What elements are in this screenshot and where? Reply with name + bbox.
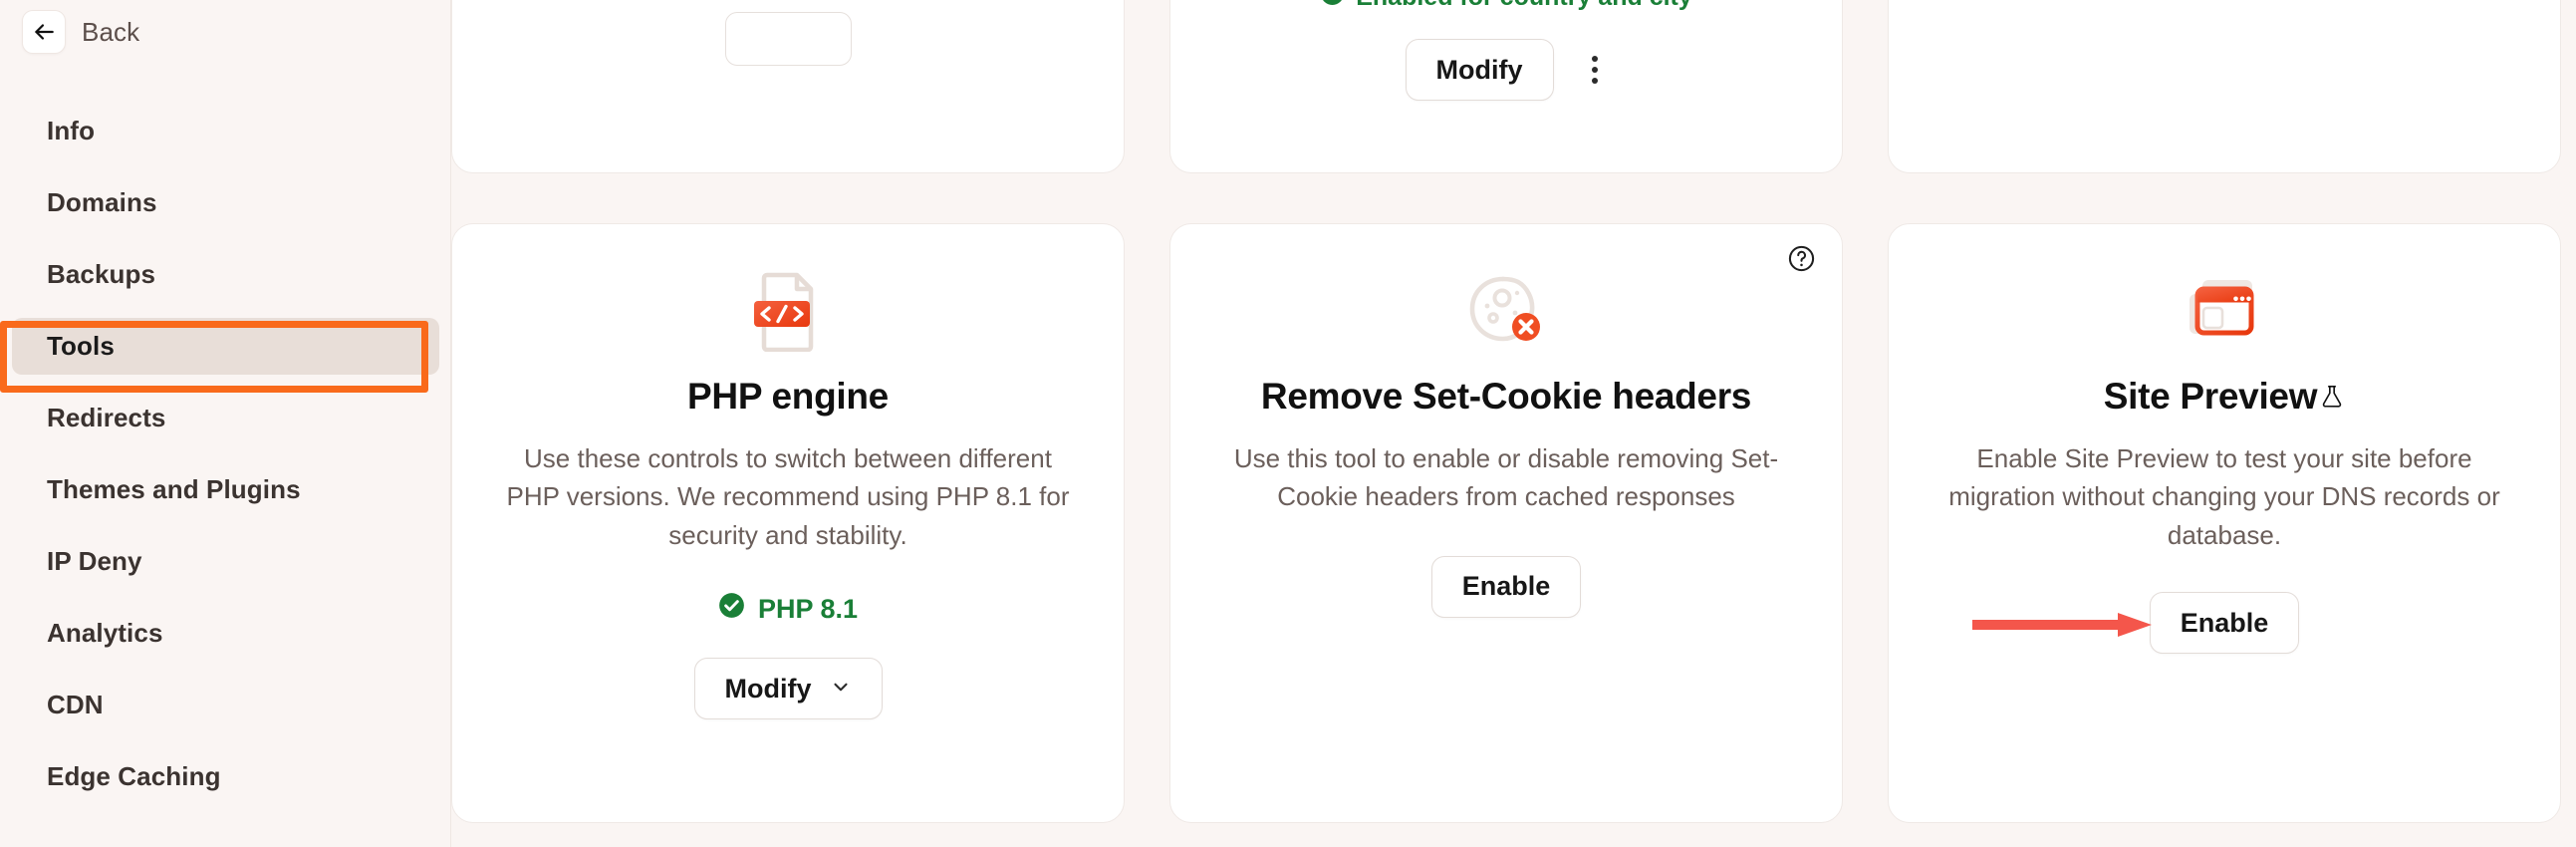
sidebar-item-tools[interactable]: Tools <box>12 318 439 375</box>
cookie-blocked-icon <box>1208 268 1804 354</box>
code-file-icon <box>490 268 1086 354</box>
sidebar-item-themes-and-plugins[interactable]: Themes and Plugins <box>12 461 439 518</box>
status-label: PHP 8.1 <box>757 593 859 624</box>
enable-action-wrapper: Enable <box>1971 592 2300 655</box>
flask-icon <box>2319 383 2345 411</box>
sidebar-item-redirects[interactable]: Redirects <box>12 390 439 446</box>
sidebar-item-label: Themes and Plugins <box>47 474 301 504</box>
enable-button[interactable]: Enable <box>1430 555 1582 618</box>
card-title: Remove Set-Cookie headers <box>1208 376 1804 418</box>
card-partial-geolocation: Enabled for country and city Modify <box>1169 0 1843 173</box>
sidebar-item-backups[interactable]: Backups <box>12 246 439 303</box>
modify-button[interactable]: Modify <box>693 658 883 720</box>
card-title: Site Preview <box>1927 376 2522 418</box>
modify-button-label: Modify <box>1435 54 1523 85</box>
card-description: Enable Site Preview to test your site be… <box>1948 443 2500 550</box>
annotation-arrow <box>1970 610 2155 640</box>
card-actions: Enable <box>1208 555 1804 618</box>
sidebar-item-cdn[interactable]: CDN <box>12 677 439 733</box>
modify-button[interactable]: Modify <box>1405 39 1554 101</box>
card-actions: Enable <box>1927 592 2522 655</box>
card-title-text: PHP engine <box>687 376 889 417</box>
browser-windows-icon <box>1927 268 2522 354</box>
card-description: Use this tool to enable or disable remov… <box>1233 443 1779 512</box>
card-actions: Modify <box>490 658 1086 720</box>
sidebar: Back Info Domains Backups Tools Redirect… <box>0 0 451 847</box>
sidebar-item-label: CDN <box>47 690 104 719</box>
more-vertical-icon[interactable] <box>1582 48 1608 92</box>
help-circle-icon[interactable] <box>1787 244 1816 278</box>
card-partial-top-3 <box>1888 0 2561 173</box>
partial-card-actions <box>452 12 1124 66</box>
partial-card-contents: Enabled for country and city Modify <box>1170 0 1842 101</box>
sidebar-item-domains[interactable]: Domains <box>12 174 439 231</box>
back-button[interactable] <box>22 10 66 54</box>
modify-button-label: Modify <box>724 673 812 704</box>
sidebar-item-label: IP Deny <box>47 546 142 576</box>
sidebar-item-label: Edge Caching <box>47 761 221 791</box>
back-label: Back <box>82 16 140 47</box>
sidebar-item-analytics[interactable]: Analytics <box>12 605 439 662</box>
sidebar-item-info[interactable]: Info <box>12 103 439 159</box>
card-title-text: Remove Set-Cookie headers <box>1260 376 1752 417</box>
sidebar-nav: Info Domains Backups Tools Redirects The… <box>0 103 451 805</box>
card-site-preview: Site Preview Enable Site Preview to test… <box>1888 223 2561 823</box>
card-title-text: Site Preview <box>2103 376 2318 417</box>
card-title: PHP engine <box>490 376 1086 418</box>
sidebar-item-label: Backups <box>47 259 156 289</box>
card-description: Use these controls to switch between dif… <box>506 443 1070 550</box>
sidebar-item-label: Redirects <box>47 403 166 432</box>
sidebar-item-label: Tools <box>47 331 115 361</box>
arrow-left-icon <box>31 19 57 45</box>
sidebar-item-edge-caching[interactable]: Edge Caching <box>12 748 439 805</box>
partial-card-contents <box>452 0 1124 66</box>
sidebar-item-label: Info <box>47 116 96 145</box>
check-circle-icon <box>718 592 745 626</box>
check-circle-icon <box>1320 0 1345 13</box>
status-badge: Enabled for country and city <box>1170 0 1842 13</box>
card-remove-set-cookie-headers: Remove Set-Cookie headers Use this tool … <box>1169 223 1843 823</box>
tools-page: Back Info Domains Backups Tools Redirect… <box>0 0 2576 847</box>
partial-button[interactable] <box>724 12 852 66</box>
card-partial-top-1 <box>451 0 1125 173</box>
status-label: Enabled for country and city <box>1356 0 1692 12</box>
chevron-down-icon <box>830 674 852 705</box>
enable-button-label: Enable <box>2180 607 2269 638</box>
enable-button[interactable]: Enable <box>2149 592 2300 655</box>
enable-button-label: Enable <box>1461 571 1551 602</box>
card-php-engine: PHP engine Use these controls to switch … <box>451 223 1125 823</box>
status-badge: PHP 8.1 <box>490 592 1086 626</box>
sidebar-item-ip-deny[interactable]: IP Deny <box>12 533 439 590</box>
tools-card-grid: PHP engine Use these controls to switch … <box>451 0 2576 847</box>
partial-card-actions: Modify <box>1170 39 1842 101</box>
back-navigation[interactable]: Back <box>22 10 139 54</box>
sidebar-item-label: Domains <box>47 187 157 217</box>
sidebar-item-label: Analytics <box>47 618 163 648</box>
